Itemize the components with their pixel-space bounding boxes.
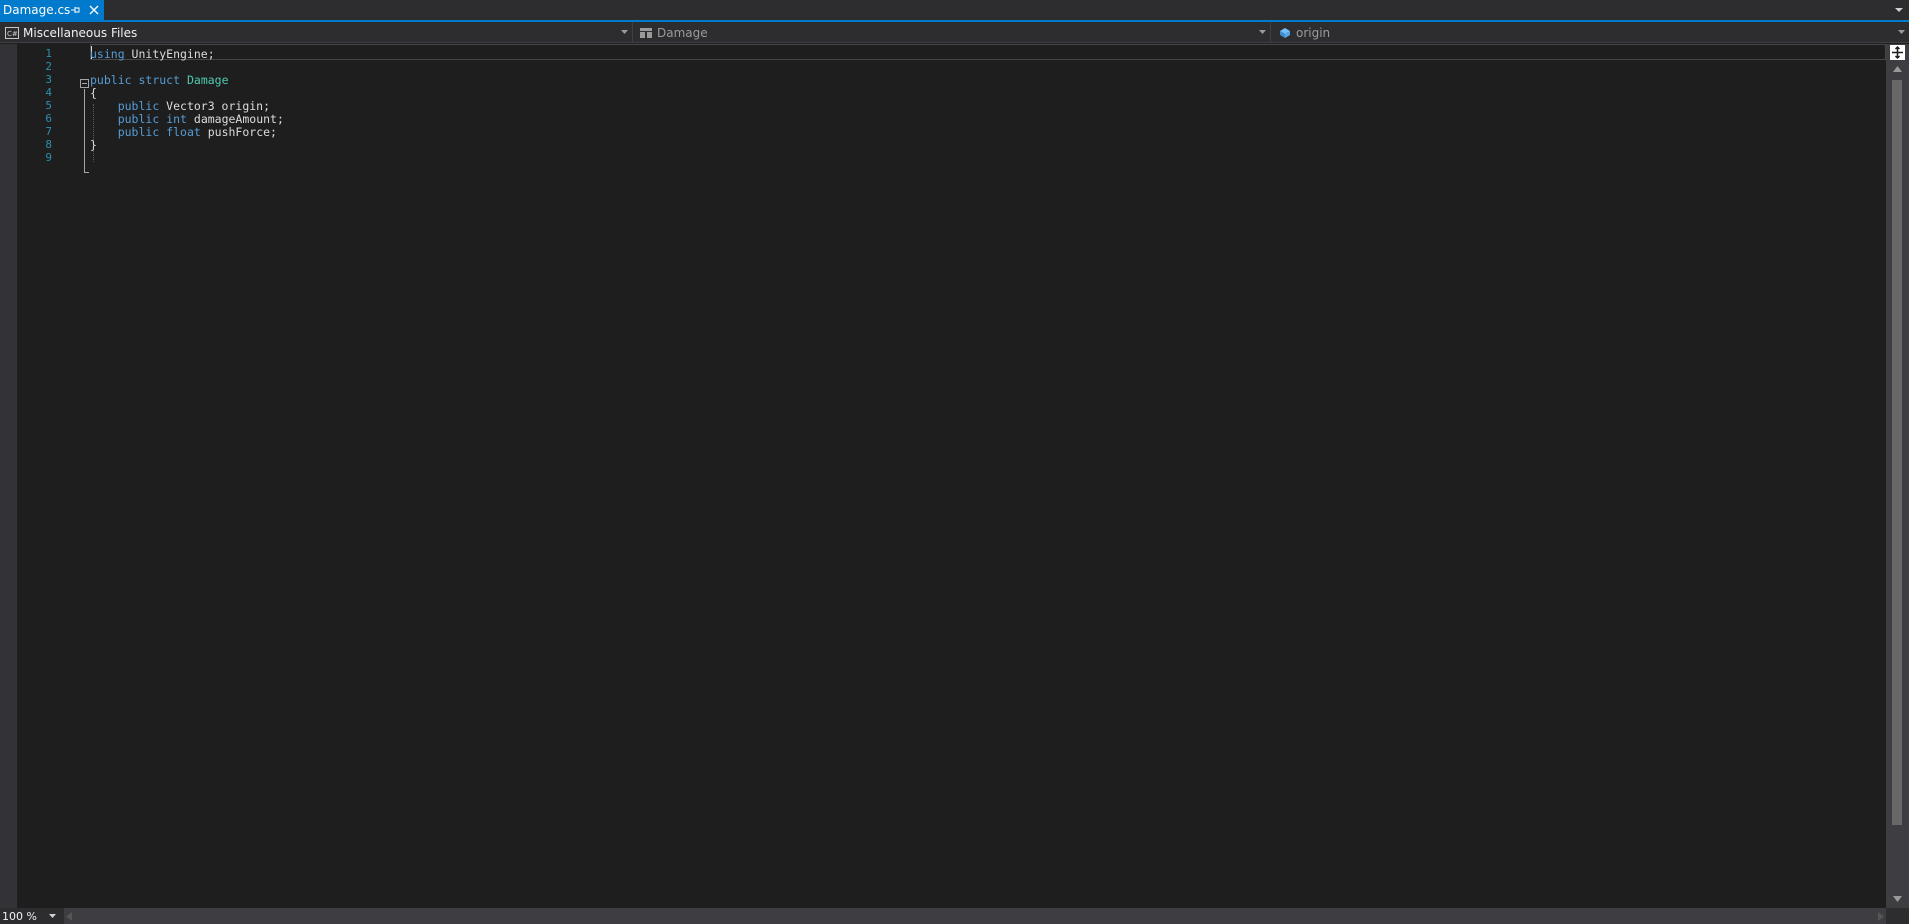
navigation-bar: C# Miscellaneous Files Damage origin bbox=[0, 22, 1909, 43]
code-token-keyword: float bbox=[166, 125, 201, 139]
code-token-keyword: struct bbox=[138, 73, 181, 87]
code-editor[interactable]: 123456789 using UnityEngine; public struc… bbox=[0, 44, 1909, 908]
csharp-project-icon: C# bbox=[5, 26, 19, 39]
indicator-margin[interactable] bbox=[0, 44, 17, 908]
document-tab-strip: Damage.cs bbox=[0, 0, 1909, 22]
split-window-button[interactable] bbox=[1890, 45, 1905, 60]
zoom-level: 100 % bbox=[2, 909, 37, 923]
line-number: 9 bbox=[45, 151, 52, 164]
line-number-gutter: 123456789 bbox=[17, 44, 70, 908]
code-token-type: Damage bbox=[186, 73, 229, 87]
type-dropdown[interactable]: Damage bbox=[633, 22, 1271, 43]
code-editor-window: Damage.cs C# Miscellaneous Files Damage … bbox=[0, 0, 1909, 924]
tab-overflow-dropdown-icon[interactable] bbox=[1893, 5, 1905, 15]
code-token-plain: UnityEngine; bbox=[124, 47, 215, 61]
chevron-down-icon bbox=[1259, 30, 1266, 34]
code-line[interactable]: using UnityEngine; bbox=[90, 46, 215, 62]
split-icon bbox=[1892, 45, 1903, 60]
struct-icon bbox=[640, 27, 652, 38]
code-line[interactable]: public struct Damage bbox=[90, 72, 229, 88]
member-dropdown-label: origin bbox=[1296, 25, 1331, 40]
field-icon bbox=[1280, 27, 1290, 38]
scroll-left-icon[interactable] bbox=[66, 912, 72, 921]
chevron-down-icon bbox=[1898, 30, 1905, 34]
scroll-right-icon[interactable] bbox=[1878, 912, 1884, 921]
editor-bottom-bar: 100 % bbox=[0, 908, 1909, 924]
code-line[interactable]: } bbox=[90, 137, 97, 153]
chevron-down-icon bbox=[621, 30, 628, 34]
project-dropdown[interactable]: C# Miscellaneous Files bbox=[0, 22, 633, 43]
current-line-highlight bbox=[90, 44, 1886, 60]
tab-title: Damage.cs bbox=[3, 3, 71, 17]
outline-region-end bbox=[84, 172, 89, 173]
code-token-keyword: using bbox=[90, 47, 125, 61]
close-icon[interactable] bbox=[87, 3, 101, 17]
scroll-up-icon[interactable] bbox=[1893, 66, 1902, 72]
code-token-plain: pushForce; bbox=[200, 125, 277, 139]
vertical-scrollbar[interactable] bbox=[1886, 44, 1909, 908]
code-token-plain: } bbox=[90, 138, 97, 152]
code-token-keyword: public bbox=[117, 125, 160, 139]
code-line[interactable]: public float pushForce; bbox=[90, 124, 277, 140]
member-dropdown[interactable]: origin bbox=[1271, 22, 1909, 43]
scroll-down-icon[interactable] bbox=[1893, 896, 1902, 902]
chevron-down-icon bbox=[49, 914, 56, 918]
outline-region-line bbox=[84, 89, 85, 173]
vertical-scroll-thumb[interactable] bbox=[1892, 80, 1902, 825]
svg-text:C#: C# bbox=[7, 30, 18, 38]
collapse-region-icon[interactable] bbox=[80, 79, 89, 88]
project-dropdown-label: Miscellaneous Files bbox=[23, 25, 138, 40]
tab-damage-cs[interactable]: Damage.cs bbox=[0, 0, 104, 20]
pin-icon[interactable] bbox=[69, 3, 81, 17]
code-text-area[interactable]: using UnityEngine; public struct Damage{ … bbox=[70, 44, 1886, 908]
zoom-dropdown[interactable]: 100 % bbox=[0, 908, 62, 924]
horizontal-scrollbar[interactable] bbox=[64, 908, 1886, 924]
type-dropdown-label: Damage bbox=[657, 25, 708, 40]
